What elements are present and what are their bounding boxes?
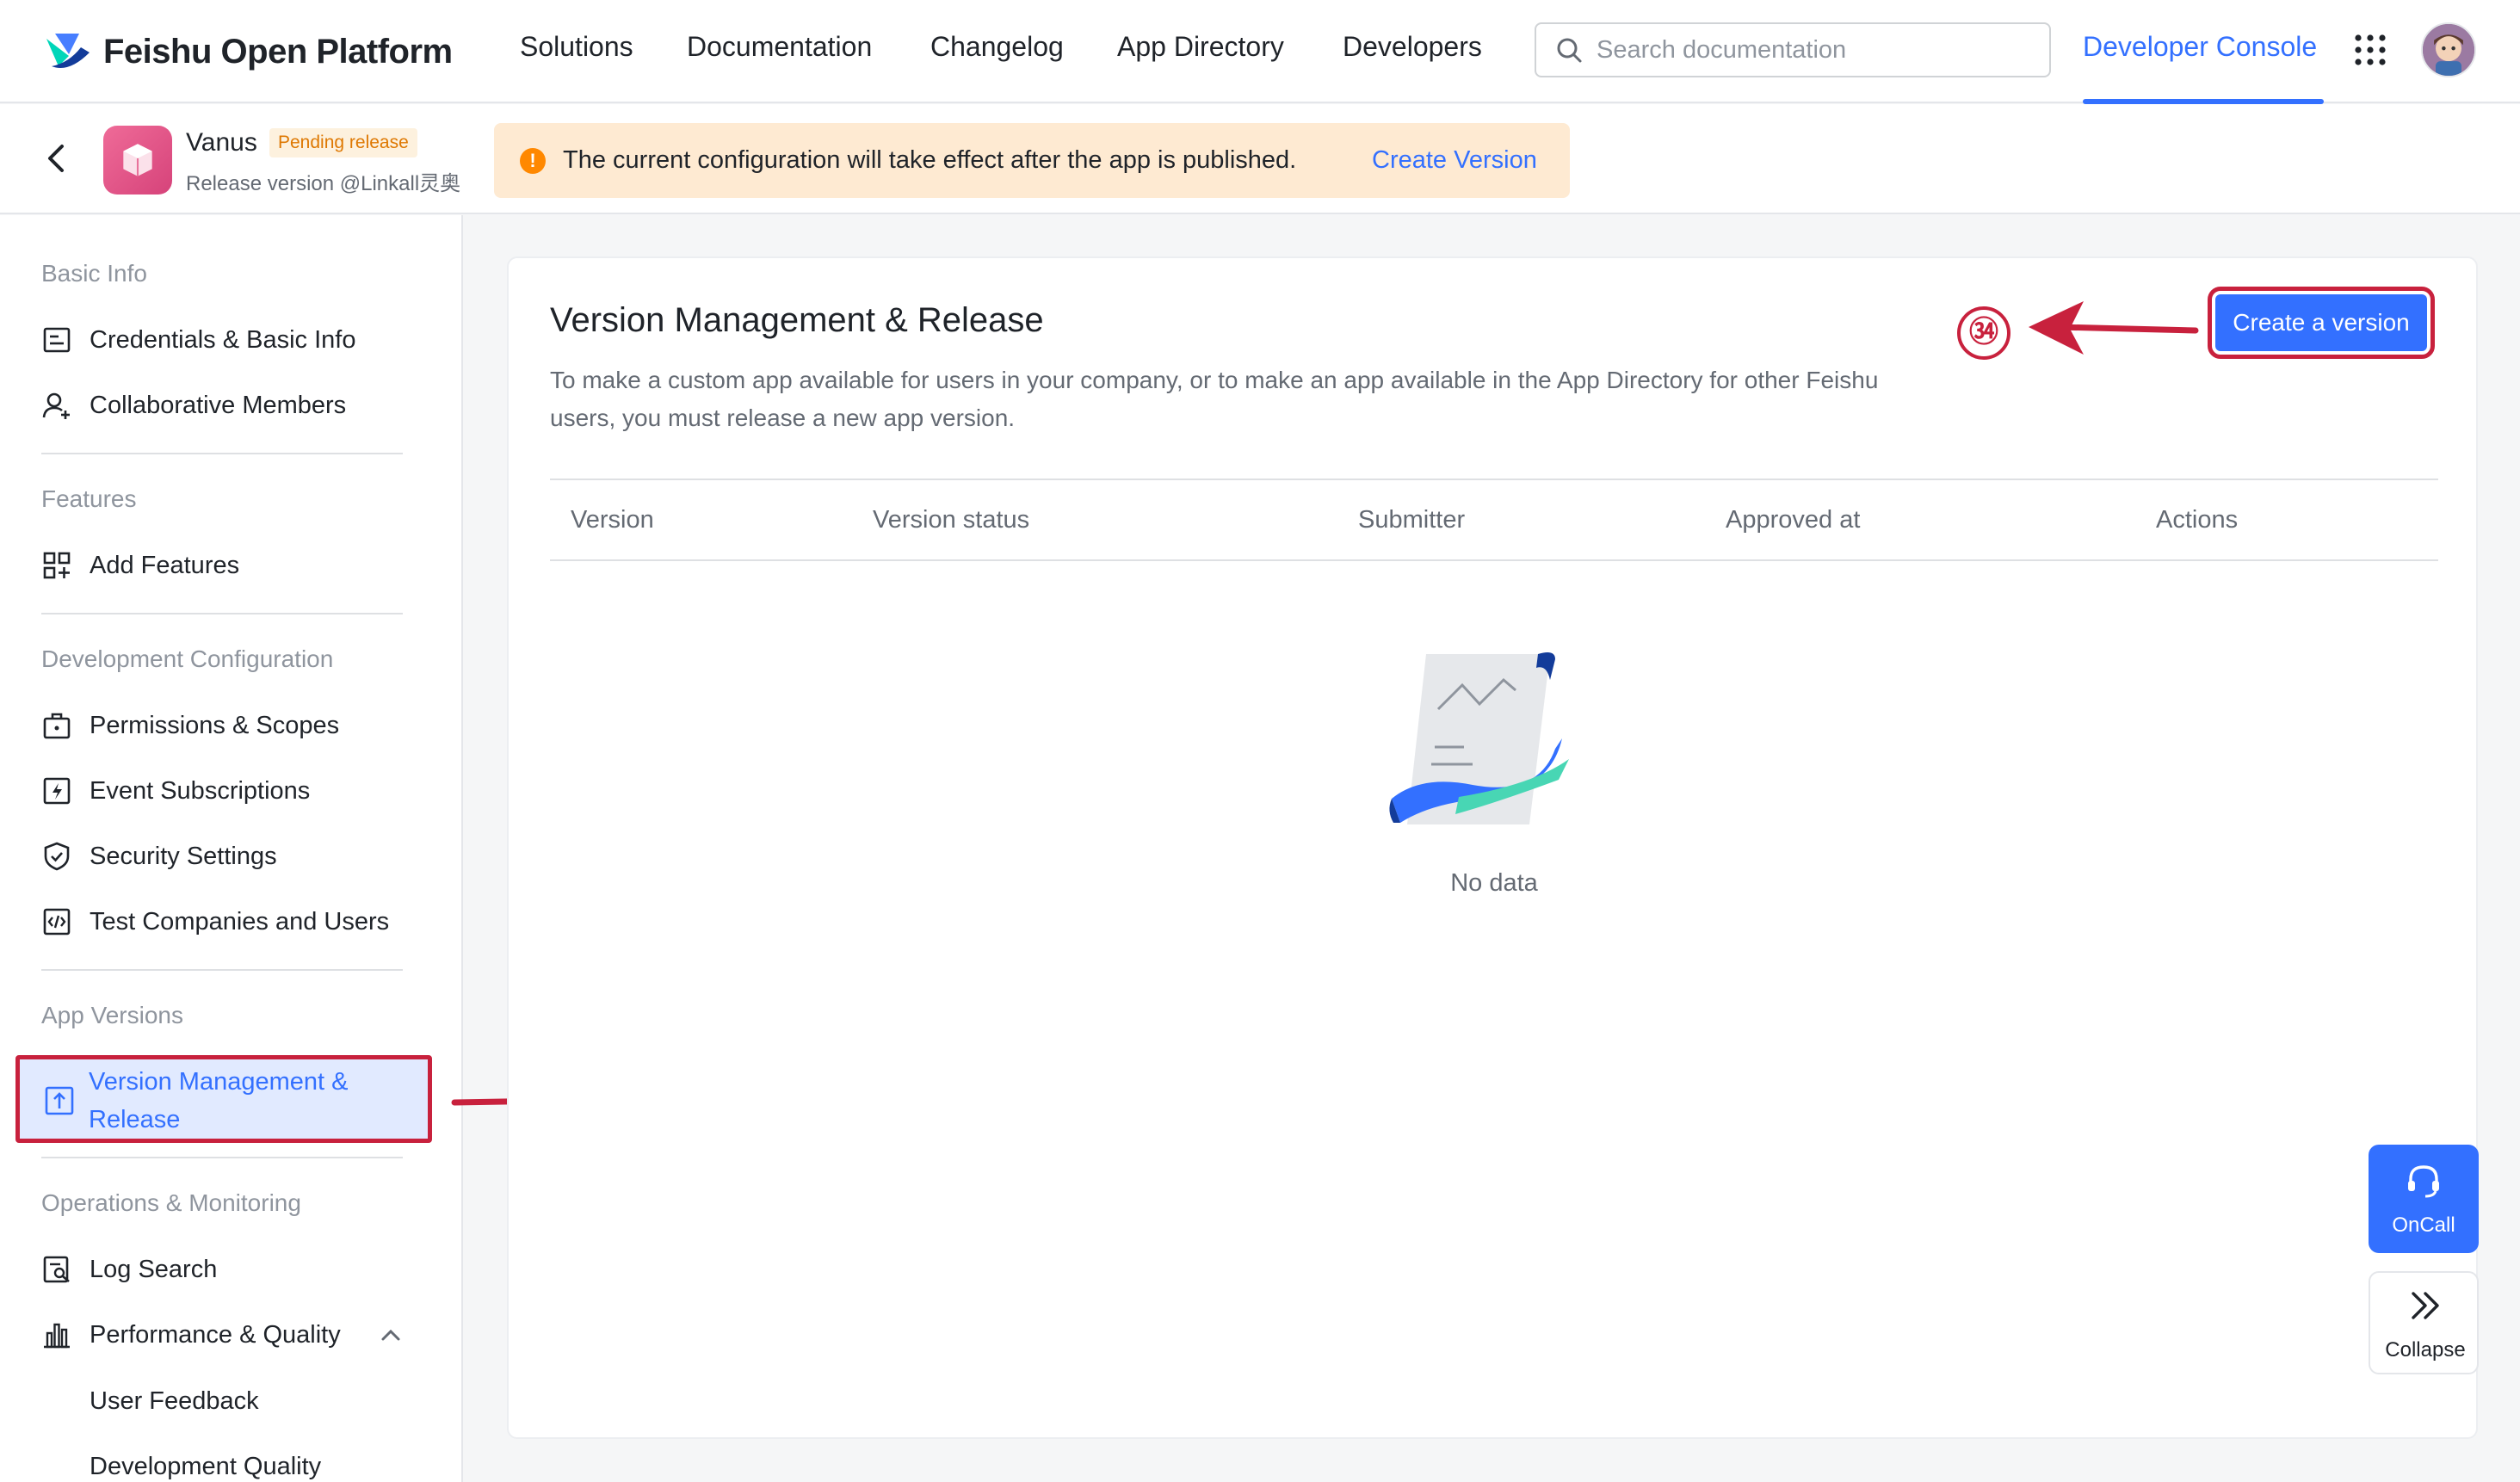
sidebar-item-log-search[interactable]: Log Search — [41, 1248, 217, 1291]
sidebar-item-label: Test Companies and Users — [90, 907, 390, 936]
sidebar-item-performance-quality[interactable]: Performance & Quality — [41, 1313, 341, 1356]
code-box-icon — [43, 908, 71, 936]
sidebar-item-label: Permissions & Scopes — [90, 711, 340, 739]
annotation-arrow-34 — [2029, 301, 2199, 355]
section-title-basic-info: Basic Info — [41, 260, 147, 287]
sidebar-divider — [41, 613, 403, 614]
release-version-subtitle: Release version @Linkall灵奥 — [186, 172, 461, 195]
briefcase-icon — [43, 713, 71, 739]
collapse-label: Collapse — [2385, 1338, 2466, 1362]
section-title-features: Features — [41, 485, 137, 512]
page-title: Version Management & Release — [550, 301, 1044, 339]
table-header: Version Version status Submitter Approve… — [550, 479, 2438, 561]
oncall-button[interactable]: OnCall — [2369, 1145, 2479, 1253]
column-header-version-status: Version status — [873, 506, 1030, 534]
sidebar-item-label: Performance & Quality — [90, 1320, 341, 1349]
sidebar-item-event-subscriptions[interactable]: Event Subscriptions — [41, 769, 310, 812]
developer-console-link[interactable]: Developer Console — [2083, 31, 2317, 63]
sidebar-item-credentials[interactable]: Credentials & Basic Info — [41, 318, 355, 361]
search-box[interactable] — [1535, 22, 2051, 77]
nav-solutions[interactable]: Solutions — [520, 31, 633, 63]
sidebar-divider — [41, 969, 403, 971]
sidebar: Basic Info Credentials & Basic Info Coll… — [0, 215, 463, 1482]
notice-banner: ! The current configuration will take ef… — [494, 123, 1570, 198]
sidebar-item-security-settings[interactable]: Security Settings — [41, 835, 277, 878]
double-chevron-right-icon — [2412, 1292, 2439, 1319]
shield-icon — [44, 842, 70, 871]
sidebar-subitem-development-quality[interactable]: Development Quality — [90, 1453, 321, 1481]
brand[interactable]: Feishu Open Platform — [43, 26, 453, 77]
sidebar-item-add-features[interactable]: Add Features — [41, 544, 239, 587]
sidebar-item-label: Collaborative Members — [90, 391, 347, 419]
bar-chart-icon — [44, 1323, 70, 1349]
section-title-operations: Operations & Monitoring — [41, 1189, 301, 1216]
sidebar-item-test-companies[interactable]: Test Companies and Users — [41, 900, 389, 943]
nav-app-directory[interactable]: App Directory — [1117, 31, 1284, 63]
column-header-submitter: Submitter — [1358, 506, 1466, 534]
cube-icon — [123, 144, 152, 176]
avatar-image-icon — [2423, 24, 2474, 76]
sidebar-item-version-management[interactable]: Version Management & Release — [15, 1055, 432, 1143]
user-avatar[interactable] — [2421, 22, 2476, 77]
brand-name: Feishu Open Platform — [103, 32, 453, 71]
sidebar-item-label: Version Management & Release — [89, 1068, 349, 1133]
sidebar-divider — [41, 453, 403, 454]
column-header-actions: Actions — [2156, 506, 2239, 534]
sidebar-item-label: Credentials & Basic Info — [90, 325, 356, 354]
chevron-up-icon[interactable] — [379, 1323, 403, 1347]
add-features-icon — [43, 552, 71, 579]
status-badge: Pending release — [269, 128, 417, 157]
empty-state-illustration — [1389, 652, 1569, 824]
search-input[interactable] — [1597, 35, 2027, 65]
notice-text: The current configuration will take effe… — [563, 146, 1297, 174]
oncall-label: OnCall — [2392, 1213, 2455, 1237]
sidebar-item-label: Add Features — [90, 551, 240, 579]
create-version-link[interactable]: Create Version — [1372, 146, 1537, 175]
page-description: To make a custom app available for users… — [550, 367, 1879, 431]
collapse-button[interactable]: Collapse — [2369, 1271, 2479, 1374]
section-title-app-versions: App Versions — [41, 1002, 183, 1028]
version-management-card: Version Management & Release To make a c… — [507, 256, 2478, 1439]
log-search-icon — [43, 1256, 70, 1283]
search-icon — [1557, 38, 1582, 63]
empty-state-text: No data — [1450, 869, 1538, 897]
apps-grid-icon[interactable] — [2353, 33, 2387, 67]
create-version-button[interactable]: Create a version — [2208, 287, 2435, 359]
nav-documentation[interactable]: Documentation — [687, 31, 872, 63]
sidebar-subitem-user-feedback[interactable]: User Feedback — [90, 1387, 259, 1416]
column-header-version: Version — [571, 506, 654, 534]
sidebar-item-label: Log Search — [90, 1255, 218, 1283]
nav-developers[interactable]: Developers — [1343, 31, 1482, 63]
sidebar-item-label: Event Subscriptions — [90, 776, 311, 805]
warning-icon: ! — [520, 147, 546, 174]
credentials-icon — [43, 327, 71, 353]
nav-changelog[interactable]: Changelog — [930, 31, 1064, 63]
back-arrow-icon[interactable] — [41, 143, 72, 174]
sidebar-divider — [41, 1157, 403, 1158]
app-icon — [103, 126, 172, 195]
top-navigation-bar: Feishu Open Platform Solutions Documenta… — [0, 0, 2520, 104]
column-header-approved-at: Approved at — [1726, 506, 1861, 534]
sidebar-item-label: Security Settings — [90, 842, 277, 870]
section-title-development-configuration: Development Configuration — [41, 645, 334, 672]
sidebar-item-collaborative-members[interactable]: Collaborative Members — [41, 384, 346, 427]
feishu-logo-icon — [46, 34, 90, 68]
event-icon — [43, 777, 71, 805]
app-name: Vanus — [186, 128, 257, 157]
annotation-step-34: ㉞ — [1957, 306, 2010, 360]
headset-icon — [2408, 1165, 2439, 1198]
sidebar-item-permissions[interactable]: Permissions & Scopes — [41, 704, 339, 747]
user-add-icon — [42, 392, 70, 419]
upload-icon — [45, 1086, 74, 1115]
app-header: Vanus Pending release Release version @L… — [0, 104, 2520, 214]
